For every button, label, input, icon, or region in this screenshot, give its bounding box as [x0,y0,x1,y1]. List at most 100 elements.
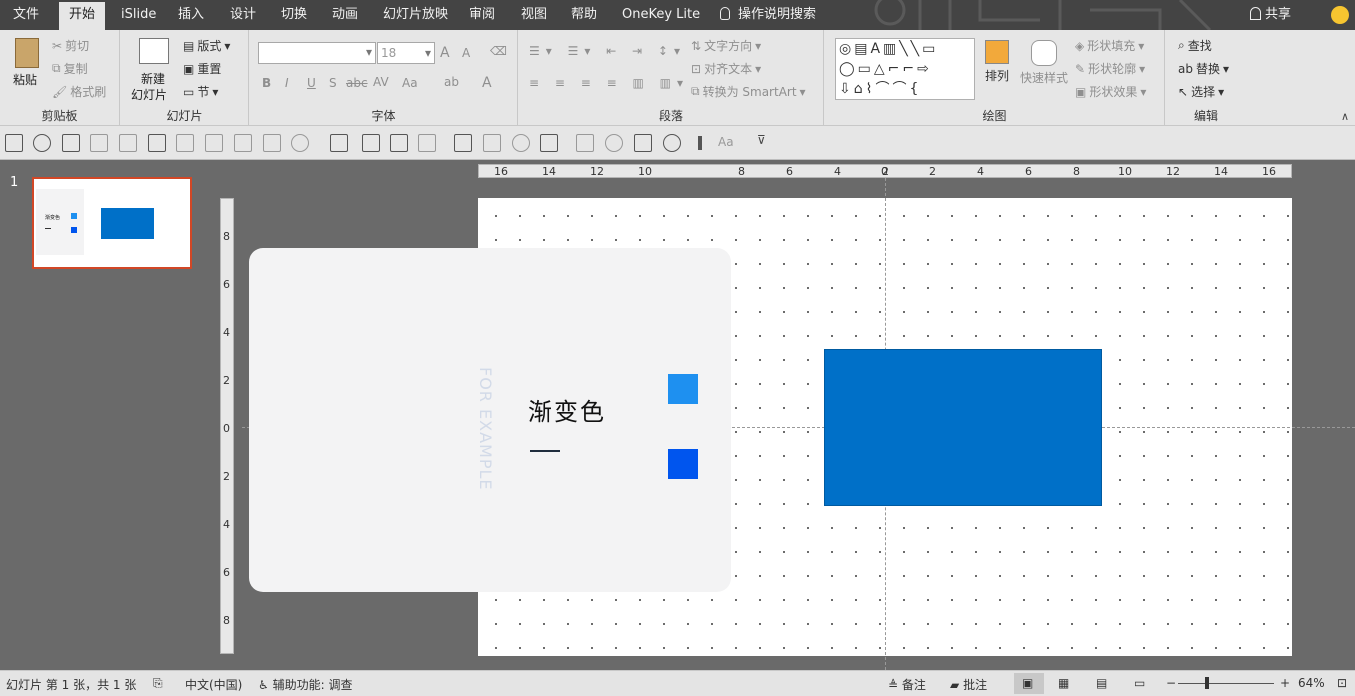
tab-onekey[interactable]: OneKey Lite [622,0,700,30]
layout-icon: ▤ [183,38,195,53]
clear-format-button[interactable]: ⌫ [490,44,507,58]
change-case-button[interactable]: Aa [402,76,418,90]
reading-view-icon[interactable]: ▤ [1096,676,1107,690]
toolbar-icon-5[interactable] [119,134,137,152]
notes-button[interactable]: ≜ 备注 [888,676,926,693]
zoom-level[interactable]: 64% [1298,676,1325,690]
replace-button[interactable]: ab 替换 ▾ [1178,60,1229,77]
tab-islide[interactable]: iSlide [121,0,156,30]
zoom-slider-thumb[interactable] [1205,677,1209,689]
grow-font-button[interactable]: A [440,45,450,61]
language-indicator[interactable]: 中文(中国) [185,676,242,693]
tab-home[interactable]: 开始 [59,2,106,30]
italic-button[interactable]: I [285,76,289,90]
tab-animations[interactable]: 动画 [332,0,358,30]
shape-fill-button[interactable]: ◈ 形状填充 ▾ [1075,37,1144,54]
font-color-button[interactable]: A [482,75,492,91]
tab-help[interactable]: 帮助 [571,0,597,30]
tab-review[interactable]: 审阅 [469,0,495,30]
toolbar-icon-23[interactable] [663,134,681,152]
section-button[interactable]: ▭ 节 ▾ [183,83,218,100]
tab-insert[interactable]: 插入 [178,0,204,30]
font-name-dropdown[interactable]: ▾ [258,42,376,64]
toolbar-icon-8[interactable] [205,134,223,152]
tab-design[interactable]: 设计 [230,0,256,30]
select-button[interactable]: ↖ 选择 ▾ [1178,83,1224,100]
tab-slideshow[interactable]: 幻灯片放映 [383,0,448,30]
shadow-button[interactable]: S [329,76,337,90]
toolbar-icon-22[interactable] [634,134,652,152]
toolbar-icon-12[interactable] [330,134,348,152]
underline-button[interactable]: U [307,76,316,90]
layout-button[interactable]: ▤ 版式 ▾ [183,37,230,54]
bold-button[interactable]: B [262,76,271,90]
cut-button[interactable]: ✂ 剪切 [52,37,89,54]
zoom-out-button[interactable]: − [1166,676,1176,690]
strikethrough-button[interactable]: abc [346,76,368,90]
save-icon[interactable] [5,134,23,152]
share-button[interactable]: 共享 [1250,0,1291,30]
align-buttons[interactable]: ≡ ≡ ≡ ≡ ▥ ▥▾ [529,76,689,90]
toolbar-icon-21[interactable] [605,134,623,152]
toolbar-icon-19[interactable] [540,134,558,152]
zoom-in-button[interactable]: + [1280,676,1290,690]
text-direction-button[interactable]: ⇅ 文字方向 ▾ [691,37,761,54]
shrink-font-button[interactable]: A [462,46,470,60]
highlight-button[interactable]: ab [444,75,459,89]
align-text-button[interactable]: ⊡ 对齐文本 ▾ [691,60,761,77]
smiley-icon[interactable] [1331,6,1349,24]
toolbar-icon-20[interactable] [576,134,594,152]
character-spacing-button[interactable]: AV [373,75,389,89]
tab-file[interactable]: 文件 [13,0,39,30]
toolbar-icon-4[interactable] [90,134,108,152]
toolbar-icon-9[interactable] [234,134,252,152]
new-slide-button[interactable]: 新建 幻灯片 [129,36,179,102]
reset-button[interactable]: ▣ 重置 [183,60,221,77]
slide-thumbnail[interactable]: 渐变色 [32,177,192,269]
small-square-1[interactable] [668,374,698,404]
blue-rectangle[interactable] [824,349,1102,506]
small-square-2[interactable] [668,449,698,479]
shapes-gallery[interactable]: ◎▤A▥╲╲▭ ◯▭△⌐⌐⇨ ⇩⌂⌇⌒⌒{ [835,38,975,100]
slideshow-icon[interactable]: ▭ [1134,676,1145,690]
arrange-button[interactable]: 排列 [985,40,1009,84]
copy-button[interactable]: ⧉ 复制 [52,60,88,77]
font-size-dropdown[interactable]: 18 ▾ [377,42,435,64]
list-buttons[interactable]: ☰▾ ☰▾ ⇤ ⇥ ↕▾ [529,44,686,58]
find-button[interactable]: ⌕ 查找 [1178,37,1212,54]
slide-sorter-icon[interactable]: ▦ [1058,676,1069,690]
shape-effects-button[interactable]: ▣ 形状效果 ▾ [1075,83,1146,100]
new-slide-label-1: 新建 [141,72,166,86]
toolbar-icon-7[interactable] [176,134,194,152]
fit-to-window-icon[interactable]: ⊡ [1337,676,1347,690]
customize-toolbar-icon[interactable]: ⊽ [757,133,766,147]
smartart-button[interactable]: ⧉ 转换为 SmartArt ▾ [691,83,806,100]
paste-button[interactable]: 粘贴 [8,36,46,98]
change-case-toolbar-button[interactable]: Aa [718,135,734,149]
toolbar-icon-17[interactable] [483,134,501,152]
spelling-icon[interactable]: ⎘ [153,676,163,691]
toolbar-icon-3[interactable] [62,134,80,152]
accessibility-button[interactable]: ♿ 辅助功能: 调查 [258,676,352,693]
zoom-slider[interactable] [1178,683,1274,684]
quick-styles-button[interactable]: 快速样式 [1020,40,1068,86]
toolbar-icon-15[interactable] [418,134,436,152]
toolbar-icon-14[interactable] [390,134,408,152]
toolbar-icon-18[interactable] [512,134,530,152]
shape-outline-button[interactable]: ✎ 形状轮廓 ▾ [1075,60,1145,77]
comments-button[interactable]: ▰ 批注 [950,676,987,693]
toolbar-icon-11[interactable] [291,134,309,152]
toolbar-icon-2[interactable] [33,134,51,152]
toolbar-icon-10[interactable] [263,134,281,152]
toolbar-icon-6[interactable] [148,134,166,152]
toolbar-icon-24[interactable] [698,136,702,150]
tab-view[interactable]: 视图 [521,0,547,30]
toolbar-icon-13[interactable] [362,134,380,152]
collapse-ribbon-icon[interactable]: ∧ [1341,110,1349,123]
vertical-caption[interactable]: FOR EXAMPLE [476,367,495,491]
slide-title[interactable]: 渐变色 [528,392,606,427]
format-painter-button[interactable]: 🖌 格式刷 [52,83,106,100]
toolbar-icon-16[interactable] [454,134,472,152]
tab-transitions[interactable]: 切换 [281,0,307,30]
tell-me-box[interactable]: 操作说明搜索 [720,0,816,30]
